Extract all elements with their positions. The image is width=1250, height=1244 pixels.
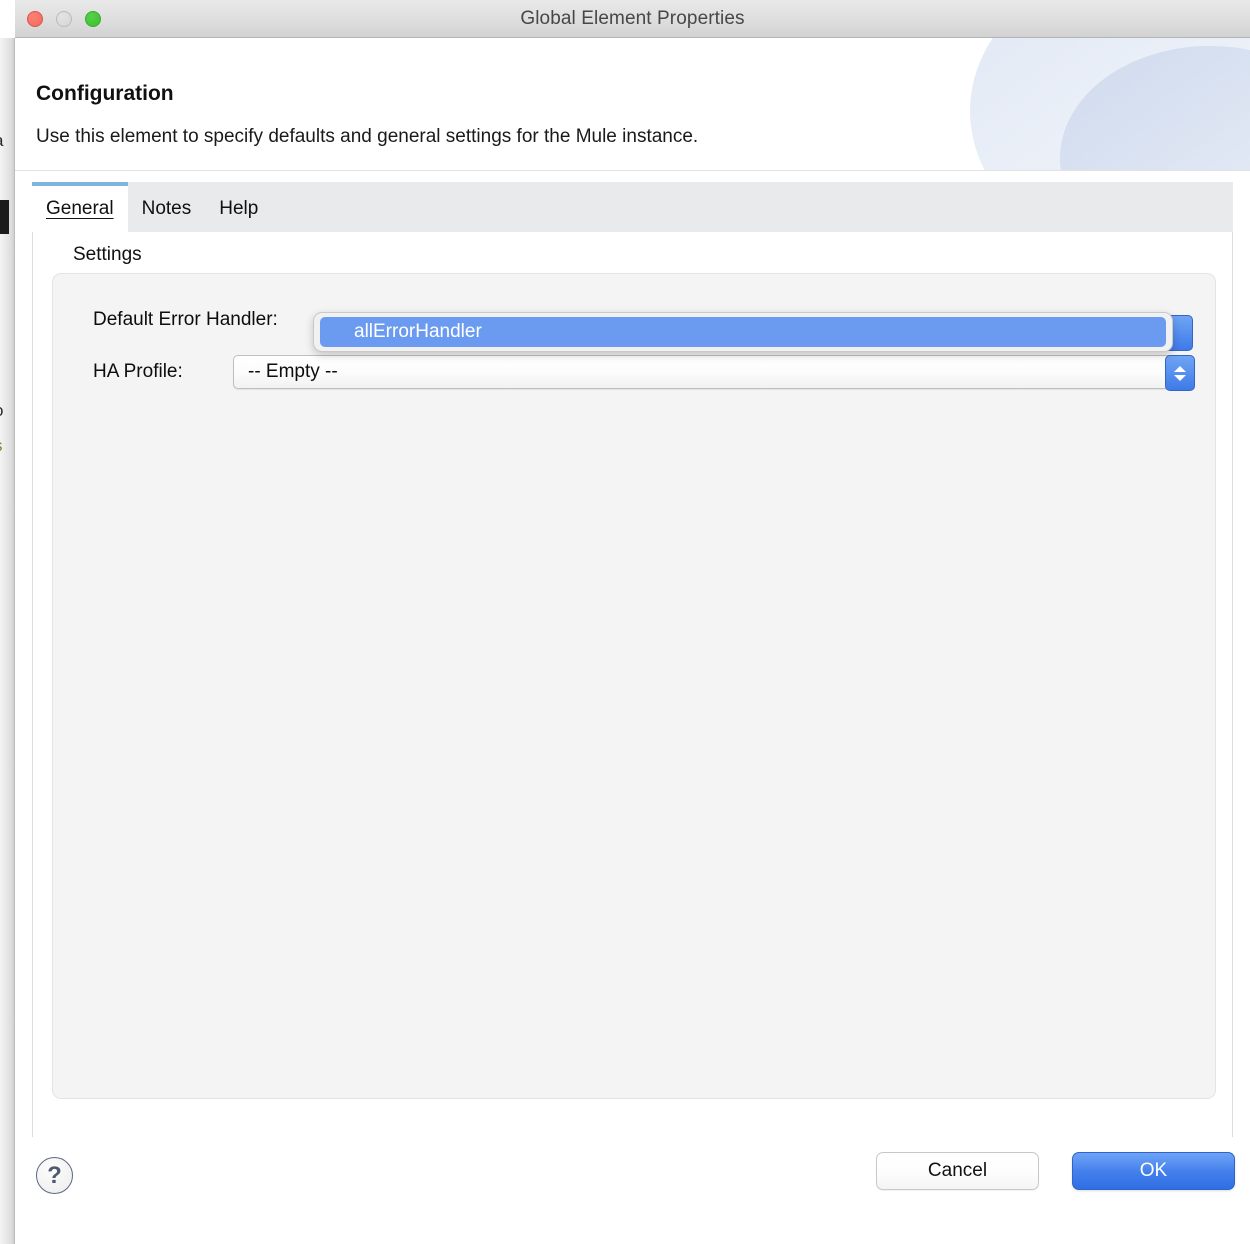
ok-button[interactable]: OK (1072, 1152, 1235, 1190)
tab-bar: General Notes Help (32, 182, 1233, 232)
tab-notes-label: Notes (141, 198, 192, 219)
dropdown-option-allerrorhandler[interactable]: allErrorHandler (320, 317, 1166, 347)
tab-help-label: Help (219, 198, 259, 219)
tab-help[interactable]: Help (205, 182, 272, 232)
ha-profile-combobox[interactable]: -- Empty -- (233, 355, 1195, 391)
tab-notes[interactable]: Notes (128, 182, 206, 232)
page-description: Use this element to specify defaults and… (36, 126, 699, 147)
background-text-fragment: s (0, 436, 3, 456)
help-button[interactable]: ? (36, 1157, 73, 1194)
tab-general-label: General (46, 198, 114, 219)
window-titlebar[interactable]: Global Element Properties (15, 0, 1250, 38)
cancel-button[interactable]: Cancel (876, 1152, 1039, 1190)
ha-profile-value: -- Empty -- (248, 361, 338, 382)
default-error-handler-dropdown-popup[interactable]: allErrorHandler (313, 312, 1173, 352)
decorative-arc-inner-icon (1060, 46, 1250, 170)
background-text-fragment: a (0, 131, 3, 151)
chevron-updown-icon[interactable] (1165, 355, 1195, 391)
dialog-footer: ? Cancel OK (15, 1137, 1250, 1244)
tab-panel-general: Settings Default Error Handler: HA Profi… (32, 232, 1233, 1139)
global-element-properties-dialog: Global Element Properties Configuration … (15, 0, 1250, 1244)
settings-group-label: Settings (73, 244, 142, 265)
page-title: Configuration (36, 82, 174, 105)
background-text-fragment: o (0, 401, 3, 421)
dialog-header: Configuration Use this element to specif… (15, 38, 1250, 171)
ha-profile-label: HA Profile: (93, 361, 183, 382)
settings-panel: Default Error Handler: HA Profile: -- Em… (52, 273, 1216, 1099)
tab-general[interactable]: General (32, 182, 128, 232)
default-error-handler-label: Default Error Handler: (93, 309, 278, 330)
window-title: Global Element Properties (520, 8, 745, 29)
background-bar (0, 200, 9, 234)
background-window-sliver: r a . o s (0, 38, 14, 1244)
decorative-arc-icon (970, 38, 1250, 170)
